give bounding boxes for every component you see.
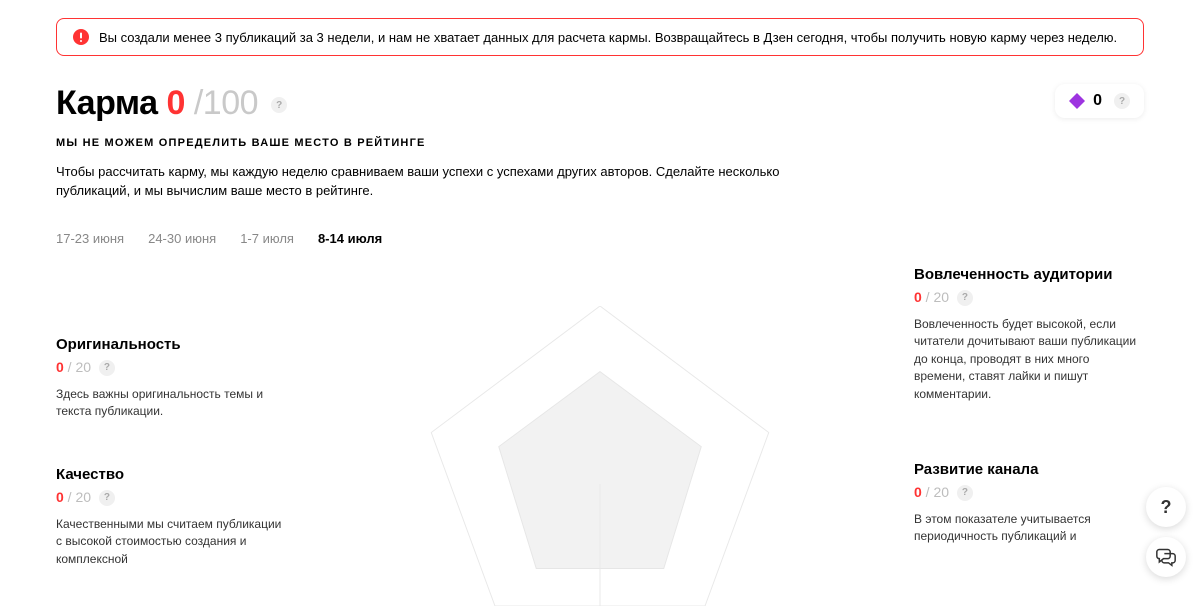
metric-title: Развитие канала <box>914 461 1144 478</box>
metric-max: 20 <box>75 489 91 505</box>
metric-sep: / <box>922 289 934 305</box>
help-icon[interactable]: ? <box>957 290 973 306</box>
help-icon[interactable]: ? <box>1114 93 1130 109</box>
metric-title: Качество <box>56 466 286 483</box>
help-icon[interactable]: ? <box>99 360 115 376</box>
pentagon-icon <box>420 306 780 606</box>
metric-max: 20 <box>75 359 91 375</box>
help-icon[interactable]: ? <box>957 485 973 501</box>
metric-desc: Вовлеченность будет высокой, если читате… <box>914 316 1144 403</box>
page-title: Карма 0 /100 ? <box>56 84 816 123</box>
bonus-badge[interactable]: 0 ? <box>1055 84 1144 118</box>
metric-max: 20 <box>933 289 949 305</box>
metric-score: 0 <box>56 359 64 375</box>
help-icon[interactable]: ? <box>99 490 115 506</box>
error-icon <box>73 29 89 45</box>
metric-score: 0 <box>56 489 64 505</box>
tab-week-3[interactable]: 1-7 июля <box>240 231 294 246</box>
metric-title: Оригинальность <box>56 336 286 353</box>
metric-score: 0 <box>914 289 922 305</box>
rank-subtitle: МЫ НЕ МОЖЕМ ОПРЕДЕЛИТЬ ВАШЕ МЕСТО В РЕЙТ… <box>56 137 816 149</box>
chat-fab[interactable] <box>1146 537 1186 577</box>
metric-sep: / <box>922 484 934 500</box>
tab-week-4[interactable]: 8-14 июля <box>318 231 382 246</box>
help-fab[interactable]: ? <box>1146 487 1186 527</box>
metric-engagement: Вовлеченность аудитории 0 / 20 ? Вовлече… <box>914 266 1144 403</box>
tab-week-2[interactable]: 24-30 июня <box>148 231 216 246</box>
metric-sep: / <box>64 359 76 375</box>
karma-score-max: 100 <box>203 84 258 122</box>
metric-desc: Качественными мы считаем публикации с вы… <box>56 516 286 568</box>
karma-alert: Вы создали менее 3 публикаций за 3 недел… <box>56 18 1144 56</box>
title-word: Карма <box>56 84 158 122</box>
metric-desc: В этом показателе учитывается периодично… <box>914 511 1144 546</box>
chat-icon <box>1156 547 1176 567</box>
metric-quality: Качество 0 / 20 ? Качественными мы счита… <box>56 466 286 568</box>
karma-chart: Оригинальность 0 / 20 ? Здесь важны ориг… <box>56 266 1144 596</box>
karma-score: 0 <box>166 84 184 122</box>
metric-growth: Развитие канала 0 / 20 ? В этом показате… <box>914 461 1144 546</box>
metric-score: 0 <box>914 484 922 500</box>
metric-originality: Оригинальность 0 / 20 ? Здесь важны ориг… <box>56 336 286 421</box>
bonus-value: 0 <box>1093 92 1102 110</box>
metric-title: Вовлеченность аудитории <box>914 266 1144 283</box>
diamond-icon <box>1069 93 1085 109</box>
alert-text: Вы создали менее 3 публикаций за 3 недел… <box>99 30 1117 45</box>
tab-week-1[interactable]: 17-23 июня <box>56 231 124 246</box>
karma-score-sep: / <box>194 84 203 122</box>
metric-desc: Здесь важны оригинальность темы и текста… <box>56 386 286 421</box>
metric-sep: / <box>64 489 76 505</box>
help-icon[interactable]: ? <box>271 97 287 113</box>
metric-max: 20 <box>933 484 949 500</box>
karma-description: Чтобы рассчитать карму, мы каждую неделю… <box>56 163 816 201</box>
date-tabs: 17-23 июня 24-30 июня 1-7 июля 8-14 июля <box>56 231 1144 246</box>
